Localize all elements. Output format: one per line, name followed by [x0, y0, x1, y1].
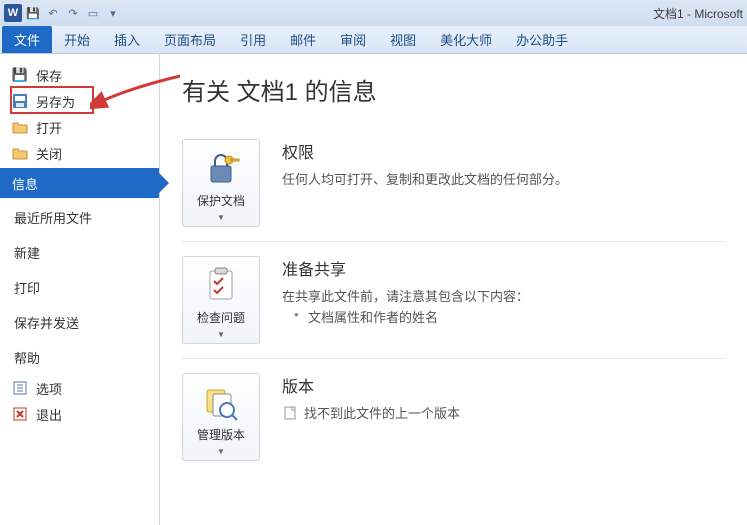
protect-document-button[interactable]: 保护文档 ▼	[182, 139, 260, 227]
backstage-sidebar: 💾 保存 另存为 打开 关闭 信息 最近所用文件 新建 打印 保存并发送	[0, 54, 160, 525]
backstage: 💾 保存 另存为 打开 关闭 信息 最近所用文件 新建 打印 保存并发送	[0, 54, 747, 525]
sidebar-item-save-as[interactable]: 另存为	[0, 88, 159, 114]
sidebar-item-recent[interactable]: 最近所用文件	[0, 200, 159, 235]
big-button-label: 检查问题	[197, 309, 245, 326]
tab-beautify[interactable]: 美化大师	[428, 26, 504, 53]
section-text: 在共享此文件前，请注意其包含以下内容：	[282, 286, 725, 305]
sidebar-item-save-send[interactable]: 保存并发送	[0, 305, 159, 340]
sidebar-item-new[interactable]: 新建	[0, 235, 159, 270]
section-versions: 管理版本 ▼ 版本 找不到此文件的上一个版本	[182, 359, 725, 475]
backstage-content: 有关 文档1 的信息 保护文档 ▼ 权限 任何人均可打开、复制和更改此文档的任何…	[160, 54, 747, 525]
save-icon[interactable]: 💾	[26, 6, 40, 20]
save-as-icon	[12, 93, 28, 109]
quick-access-toolbar: 💾 ↶ ↷ ▭ ▾	[26, 6, 120, 20]
app-icon: W	[4, 4, 22, 22]
undo-icon[interactable]: ↶	[46, 6, 60, 20]
big-button-label: 保护文档	[197, 192, 245, 209]
sidebar-item-help[interactable]: 帮助	[0, 340, 159, 375]
bullet-item: 文档属性和作者的姓名	[308, 307, 725, 326]
sidebar-item-print[interactable]: 打印	[0, 270, 159, 305]
tab-insert[interactable]: 插入	[102, 26, 152, 53]
open-folder-icon	[12, 119, 28, 135]
section-permissions: 保护文档 ▼ 权限 任何人均可打开、复制和更改此文档的任何部分。	[182, 125, 725, 242]
sidebar-item-info[interactable]: 信息	[0, 168, 159, 198]
chevron-down-icon: ▼	[217, 447, 225, 456]
tab-file[interactable]: 文件	[2, 26, 52, 53]
sidebar-label: 保存	[36, 66, 62, 85]
close-folder-icon	[12, 145, 28, 161]
section-heading: 权限	[282, 139, 725, 163]
prepare-share-info: 准备共享 在共享此文件前，请注意其包含以下内容： 文档属性和作者的姓名	[282, 256, 725, 344]
sidebar-label: 信息	[12, 174, 38, 193]
document-small-icon	[282, 405, 298, 421]
chevron-down-icon: ▼	[217, 213, 225, 222]
tab-mailings[interactable]: 邮件	[278, 26, 328, 53]
sidebar-label: 退出	[36, 405, 62, 424]
redo-icon[interactable]: ↷	[66, 6, 80, 20]
tab-review[interactable]: 审阅	[328, 26, 378, 53]
tab-page-layout[interactable]: 页面布局	[152, 26, 228, 53]
sidebar-item-exit[interactable]: 退出	[0, 401, 159, 427]
section-text: 任何人均可打开、复制和更改此文档的任何部分。	[282, 169, 725, 188]
titlebar: W 💾 ↶ ↷ ▭ ▾ 文档1 - Microsoft	[0, 0, 747, 26]
versions-info: 版本 找不到此文件的上一个版本	[282, 373, 725, 461]
sidebar-label: 打开	[36, 118, 62, 137]
checklist-icon	[201, 265, 241, 305]
sidebar-label: 选项	[36, 379, 62, 398]
sidebar-item-close[interactable]: 关闭	[0, 140, 159, 166]
tab-references[interactable]: 引用	[228, 26, 278, 53]
section-prepare-share: 检查问题 ▼ 准备共享 在共享此文件前，请注意其包含以下内容： 文档属性和作者的…	[182, 242, 725, 359]
chevron-down-icon: ▼	[217, 330, 225, 339]
options-icon	[12, 380, 28, 396]
big-button-label: 管理版本	[197, 426, 245, 443]
exit-icon	[12, 406, 28, 422]
tab-office-helper[interactable]: 办公助手	[504, 26, 580, 53]
page-title: 有关 文档1 的信息	[182, 72, 725, 107]
sidebar-label: 关闭	[36, 144, 62, 163]
sidebar-label: 另存为	[36, 92, 75, 111]
tab-home[interactable]: 开始	[52, 26, 102, 53]
section-heading: 准备共享	[282, 256, 725, 280]
save-icon: 💾	[12, 67, 28, 83]
manage-versions-button[interactable]: 管理版本 ▼	[182, 373, 260, 461]
check-issues-button[interactable]: 检查问题 ▼	[182, 256, 260, 344]
sidebar-item-save[interactable]: 💾 保存	[0, 62, 159, 88]
lock-key-icon	[201, 148, 241, 188]
versions-text: 找不到此文件的上一个版本	[304, 406, 460, 421]
title-text-area: 文档1 - Microsoft	[653, 5, 743, 22]
section-text: 找不到此文件的上一个版本	[282, 403, 725, 422]
ribbon-tab-bar: 文件 开始 插入 页面布局 引用 邮件 审阅 视图 美化大师 办公助手	[0, 26, 747, 54]
versions-icon	[201, 382, 241, 422]
sidebar-item-open[interactable]: 打开	[0, 114, 159, 140]
section-heading: 版本	[282, 373, 725, 397]
permissions-info: 权限 任何人均可打开、复制和更改此文档的任何部分。	[282, 139, 725, 227]
blank-icon[interactable]: ▭	[86, 6, 100, 20]
tab-view[interactable]: 视图	[378, 26, 428, 53]
qat-dropdown-icon[interactable]: ▾	[106, 6, 120, 20]
sidebar-item-options[interactable]: 选项	[0, 375, 159, 401]
document-title: 文档1 - Microsoft	[653, 5, 743, 22]
